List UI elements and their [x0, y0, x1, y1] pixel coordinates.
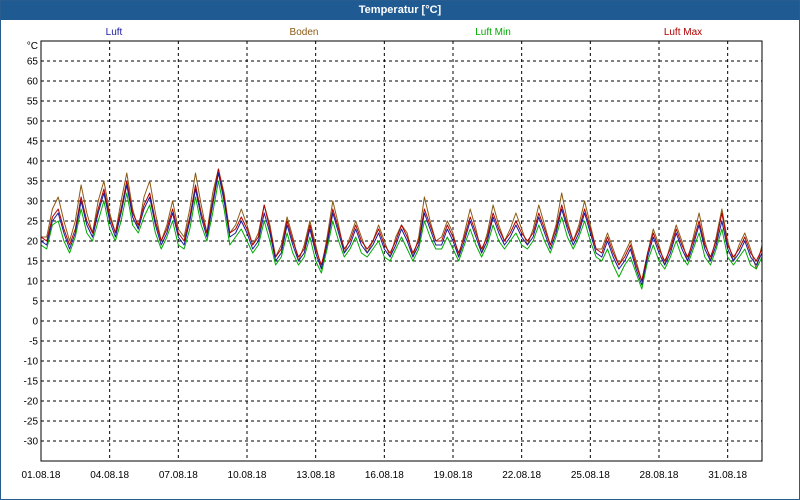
y-tick-label: 45	[27, 137, 39, 148]
y-tick-label: 55	[27, 97, 39, 108]
y-tick-label: 30	[27, 197, 39, 208]
x-tick-label: 07.08.18	[159, 470, 198, 481]
legend-entry: Boden	[290, 27, 319, 38]
grid	[41, 41, 762, 461]
legend-entry: Luft Min	[475, 27, 511, 38]
y-tick-label: 40	[27, 157, 39, 168]
series-line-luft-max	[41, 168, 762, 282]
y-tick-label: 0	[32, 317, 38, 328]
y-tick-label: 15	[27, 257, 39, 268]
y-tick-label: 25	[27, 217, 39, 228]
series-line-boden	[41, 168, 762, 282]
y-axis-ticks: 65605550454035302520151050-5-10-15-20-25…	[24, 57, 39, 448]
series-line-luft-min	[41, 180, 762, 290]
x-tick-label: 01.08.18	[22, 470, 61, 481]
y-tick-label: 65	[27, 57, 39, 68]
x-tick-label: 10.08.18	[228, 470, 267, 481]
y-tick-label: 50	[27, 117, 39, 128]
y-tick-label: 35	[27, 177, 39, 188]
x-tick-label: 25.08.18	[571, 470, 610, 481]
plot-frame	[40, 40, 763, 462]
y-tick-label: 5	[32, 297, 38, 308]
x-tick-label: 31.08.18	[708, 470, 747, 481]
y-tick-label: 60	[27, 77, 39, 88]
y-tick-label: -15	[24, 377, 39, 388]
y-tick-label: 20	[27, 237, 39, 248]
x-tick-label: 28.08.18	[640, 470, 679, 481]
legend: Luft Boden Luft Min Luft Max	[106, 27, 703, 38]
legend-entry: Luft Max	[664, 27, 702, 38]
y-tick-label: 10	[27, 277, 39, 288]
y-axis-label: °C	[27, 41, 38, 52]
x-axis-ticks: 01.08.18 04.08.18 07.08.18 10.08.18 13.08.18…	[22, 470, 748, 481]
series-layer	[41, 168, 762, 290]
y-tick-label: -20	[24, 397, 39, 408]
temperature-chart: 65605550454035302520151050-5-10-15-20-25…	[22, 27, 763, 481]
y-tick-label: -10	[24, 357, 39, 368]
x-tick-label: 19.08.18	[434, 470, 473, 481]
y-tick-label: -5	[29, 337, 38, 348]
x-tick-label: 16.08.18	[365, 470, 404, 481]
x-tick-label: 22.08.18	[502, 470, 541, 481]
legend-entry: Luft	[106, 27, 123, 38]
y-tick-label: -30	[24, 437, 39, 448]
x-tick-label: 04.08.18	[90, 470, 129, 481]
y-tick-label: -25	[24, 417, 39, 428]
chart-window: Temperatur [°C] 65 60 55 50 45 40 35 30 25 20 15 10…	[0, 0, 800, 500]
x-tick-label: 13.08.18	[296, 470, 335, 481]
